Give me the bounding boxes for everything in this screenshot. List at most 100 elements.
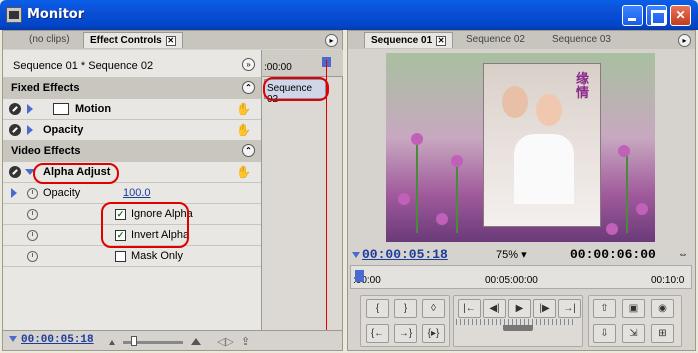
hand-icon[interactable]: ✋ bbox=[236, 102, 251, 116]
stopwatch-icon[interactable] bbox=[27, 230, 38, 241]
hand-icon[interactable]: ✋ bbox=[236, 123, 251, 137]
mini-timeline[interactable]: :00:00 Sequence 02 bbox=[261, 50, 343, 330]
right-tab-bar: Sequence 01 ✕ Sequence 02 Sequence 03 ▸ bbox=[348, 31, 695, 49]
mask-only-label: Mask Only bbox=[131, 250, 183, 262]
output-settings-button[interactable]: ◉ bbox=[651, 299, 674, 318]
dropdown-icon[interactable] bbox=[352, 252, 360, 258]
param-opacity-label: Opacity bbox=[43, 187, 81, 199]
window-title: Monitor bbox=[27, 7, 85, 22]
fx-toggle-icon[interactable] bbox=[9, 103, 21, 115]
zoom-in-icon[interactable] bbox=[191, 338, 201, 345]
stopwatch-icon[interactable] bbox=[27, 251, 38, 262]
expand-arrow-icon[interactable] bbox=[11, 188, 17, 198]
previous-edit-button[interactable]: |← bbox=[458, 299, 481, 318]
photo-caption: 缘情 bbox=[576, 71, 590, 100]
show-timeline-icon[interactable]: » bbox=[242, 58, 255, 71]
mark-out-button[interactable]: } bbox=[394, 299, 417, 318]
minimize-button[interactable] bbox=[622, 5, 643, 26]
tab-sequence-01-label: Sequence 01 bbox=[371, 35, 433, 46]
program-time-ruler[interactable]: :00:00 00:05:00:00 00:10:0 bbox=[350, 265, 692, 289]
set-marker-button[interactable]: ◊ bbox=[422, 299, 445, 318]
opacity-value[interactable]: 100.0 bbox=[123, 187, 151, 199]
program-current-time[interactable]: 00:00:05:18 bbox=[362, 247, 448, 262]
motion-icon bbox=[53, 103, 69, 115]
flower bbox=[618, 145, 630, 157]
mask-only-row: Mask Only bbox=[3, 246, 261, 267]
wedding-dress bbox=[514, 134, 574, 204]
mark-in-button[interactable]: { bbox=[366, 299, 389, 318]
highlight-ring bbox=[101, 202, 189, 248]
export-icon[interactable]: ⇪ bbox=[241, 335, 250, 348]
lift-button[interactable]: ⇧ bbox=[593, 299, 616, 318]
collapse-video-effects-icon[interactable]: ⌃ bbox=[242, 144, 255, 157]
expand-arrow-icon[interactable] bbox=[27, 125, 33, 135]
overlay-button[interactable]: ⇩ bbox=[593, 324, 616, 343]
panel-menu-icon[interactable]: ▸ bbox=[678, 34, 691, 47]
safe-margins-button[interactable]: ▣ bbox=[622, 299, 645, 318]
mask-only-checkbox[interactable] bbox=[115, 251, 126, 262]
title-bar: Monitor ✕ bbox=[0, 0, 698, 30]
stopwatch-icon[interactable] bbox=[27, 188, 38, 199]
effect-controls-panel: (no clips) Effect Controls ✕ ▸ Sequence 0… bbox=[2, 30, 343, 351]
effect-controls-list: Sequence 01 * Sequence 02 » Fixed Effect… bbox=[3, 50, 261, 330]
tab-sequence-01[interactable]: Sequence 01 ✕ bbox=[364, 32, 454, 48]
maximize-button[interactable] bbox=[646, 5, 667, 26]
groom-face bbox=[502, 86, 528, 118]
fixed-effects-label: Fixed Effects bbox=[11, 82, 80, 94]
play-in-to-out-button[interactable]: {▸} bbox=[422, 324, 445, 343]
dropdown-icon[interactable] bbox=[9, 336, 17, 342]
zoom-slider-thumb[interactable] bbox=[131, 336, 137, 346]
tab-sequence-03[interactable]: Sequence 03 bbox=[546, 32, 617, 48]
panel-menu-icon[interactable]: ▸ bbox=[325, 34, 338, 47]
program-duration: 00:00:06:00 bbox=[570, 247, 656, 262]
close-tab-icon[interactable]: ✕ bbox=[165, 36, 176, 46]
mini-time-ruler[interactable]: :00:00 bbox=[262, 50, 343, 77]
go-to-in-button[interactable]: {← bbox=[366, 324, 389, 343]
flower bbox=[636, 203, 648, 215]
tab-effect-controls[interactable]: Effect Controls ✕ bbox=[83, 32, 183, 48]
tab-effect-controls-label: Effect Controls bbox=[90, 35, 162, 46]
opacity-label: Opacity bbox=[43, 124, 84, 136]
expand-icon[interactable]: ⇔ bbox=[678, 249, 688, 260]
playhead-icon[interactable] bbox=[355, 270, 364, 282]
insert-button[interactable]: ⇲ bbox=[622, 324, 645, 343]
trim-button[interactable]: ⊞ bbox=[651, 324, 674, 343]
zoom-out-icon[interactable] bbox=[109, 340, 115, 345]
ec-current-time[interactable]: 00:00:05:18 bbox=[21, 334, 94, 346]
ruler-label: 00:10:0 bbox=[651, 275, 685, 286]
mini-ruler-time: :00:00 bbox=[264, 62, 292, 73]
tab-sequence-02[interactable]: Sequence 02 bbox=[460, 32, 531, 48]
collapse-fixed-effects-icon[interactable]: ⌃ bbox=[242, 81, 255, 94]
zoom-select[interactable]: 75% ▾ bbox=[496, 248, 527, 261]
close-button[interactable]: ✕ bbox=[670, 5, 691, 26]
motion-effect-row[interactable]: Motion ✋ bbox=[3, 99, 261, 120]
highlight-ring bbox=[33, 163, 119, 184]
go-to-out-button[interactable]: →} bbox=[394, 324, 417, 343]
breadcrumb-row: Sequence 01 * Sequence 02 » bbox=[3, 50, 261, 78]
close-tab-icon[interactable]: ✕ bbox=[436, 36, 447, 46]
fixed-effects-header: Fixed Effects ⌃ bbox=[3, 78, 261, 99]
fx-toggle-icon[interactable] bbox=[9, 124, 21, 136]
flower bbox=[451, 155, 463, 167]
playhead-line bbox=[326, 60, 327, 330]
breadcrumb: Sequence 01 * Sequence 02 bbox=[13, 60, 154, 72]
flower-stem bbox=[416, 143, 418, 233]
play-button[interactable]: ▶ bbox=[508, 299, 531, 318]
tab-no-clips[interactable]: (no clips) bbox=[23, 32, 76, 48]
hand-icon[interactable]: ✋ bbox=[236, 165, 251, 179]
left-tab-bar: (no clips) Effect Controls ✕ ▸ bbox=[3, 31, 342, 49]
stopwatch-icon[interactable] bbox=[27, 209, 38, 220]
step-back-button[interactable]: ◀| bbox=[483, 299, 506, 318]
next-edit-button[interactable]: →| bbox=[558, 299, 581, 318]
play-audio-icon[interactable]: ◁▷ bbox=[217, 335, 234, 348]
step-forward-button[interactable]: |▶ bbox=[533, 299, 556, 318]
highlight-ring bbox=[263, 77, 329, 101]
flower-stem bbox=[456, 163, 458, 233]
flower bbox=[411, 133, 423, 145]
jog-wheel[interactable] bbox=[456, 319, 576, 325]
fx-toggle-icon[interactable] bbox=[9, 166, 21, 178]
zoom-value: 75% bbox=[496, 249, 519, 261]
opacity-effect-row[interactable]: Opacity ✋ bbox=[3, 120, 261, 141]
expand-arrow-icon[interactable] bbox=[27, 104, 33, 114]
ruler-label: 00:05:00:00 bbox=[485, 275, 538, 286]
